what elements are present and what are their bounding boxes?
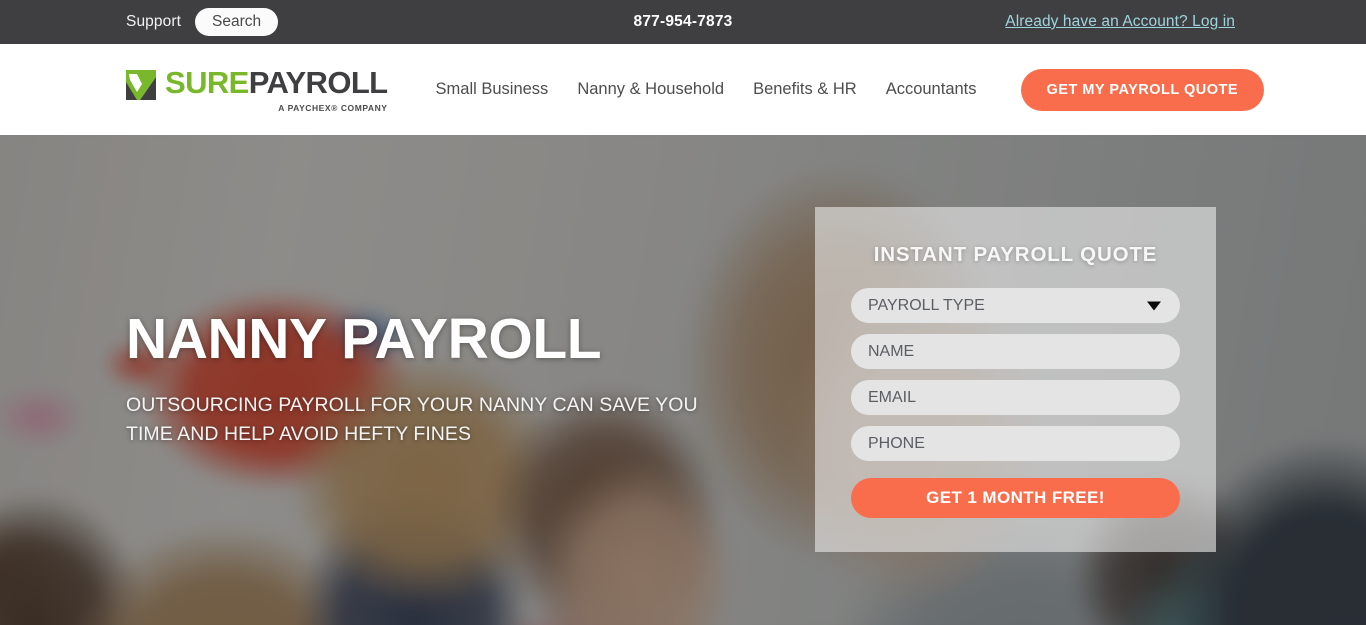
logo-word-payroll: PAYROLL [248, 64, 388, 100]
nav-item-accountants[interactable]: Accountants [886, 80, 977, 99]
phone-input[interactable] [851, 426, 1180, 461]
hero-title: NANNY PAYROLL [126, 307, 602, 371]
hero-subtitle: OUTSOURCING PAYROLL FOR YOUR NANNY CAN S… [126, 394, 698, 445]
site-header: SUREPAYROLL A PAYCHEX® COMPANY Small Bus… [0, 44, 1366, 135]
top-utility-bar: Support Search 877-954-7873 Already have… [0, 0, 1366, 44]
logo-tagline: A PAYCHEX® COMPANY [278, 102, 388, 113]
logo-text: SUREPAYROLL A PAYCHEX® COMPANY [165, 67, 388, 113]
support-link[interactable]: Support [126, 13, 181, 31]
logo-wordmark: SUREPAYROLL [165, 67, 388, 98]
surepayroll-logo[interactable]: SUREPAYROLL A PAYCHEX® COMPANY [126, 67, 388, 113]
primary-navigation: Small Business Nanny & Household Benefit… [436, 80, 977, 99]
nav-item-small-business[interactable]: Small Business [436, 80, 549, 99]
topbar-left-group: Support Search [126, 7, 279, 37]
topbar-right-group: Already have an Account? Log in [1005, 13, 1235, 31]
email-field [851, 380, 1180, 415]
name-field [851, 334, 1180, 369]
instant-quote-form-panel: INSTANT PAYROLL QUOTE PAYROLL TYPE GET 1… [815, 207, 1216, 552]
quote-form-heading: INSTANT PAYROLL QUOTE [873, 243, 1158, 266]
get-one-month-free-button[interactable]: GET 1 MONTH FREE! [851, 478, 1180, 518]
checkmark-logo-icon [126, 69, 156, 100]
payroll-type-select[interactable]: PAYROLL TYPE [851, 288, 1180, 323]
nav-item-benefits-hr[interactable]: Benefits & HR [753, 80, 857, 99]
phone-field [851, 426, 1180, 461]
search-button[interactable]: Search [195, 7, 279, 37]
hero-content: NANNY PAYROLL OUTSOURCING PAYROLL FOR YO… [0, 135, 1366, 625]
chevron-down-icon[interactable] [1147, 301, 1161, 310]
name-input[interactable] [851, 334, 1180, 369]
phone-link[interactable]: 877-954-7873 [634, 13, 733, 30]
nav-item-nanny-household[interactable]: Nanny & Household [577, 80, 724, 99]
logo-word-sure: SURE [165, 64, 249, 100]
hero-copy-block: NANNY PAYROLL OUTSOURCING PAYROLL FOR YO… [126, 310, 746, 449]
get-my-payroll-quote-button[interactable]: GET MY PAYROLL QUOTE [1020, 68, 1265, 111]
email-input[interactable] [851, 380, 1180, 415]
login-link[interactable]: Already have an Account? Log in [1005, 13, 1235, 30]
payroll-type-field: PAYROLL TYPE [851, 288, 1180, 323]
hero-section: NANNY PAYROLL OUTSOURCING PAYROLL FOR YO… [0, 135, 1366, 625]
